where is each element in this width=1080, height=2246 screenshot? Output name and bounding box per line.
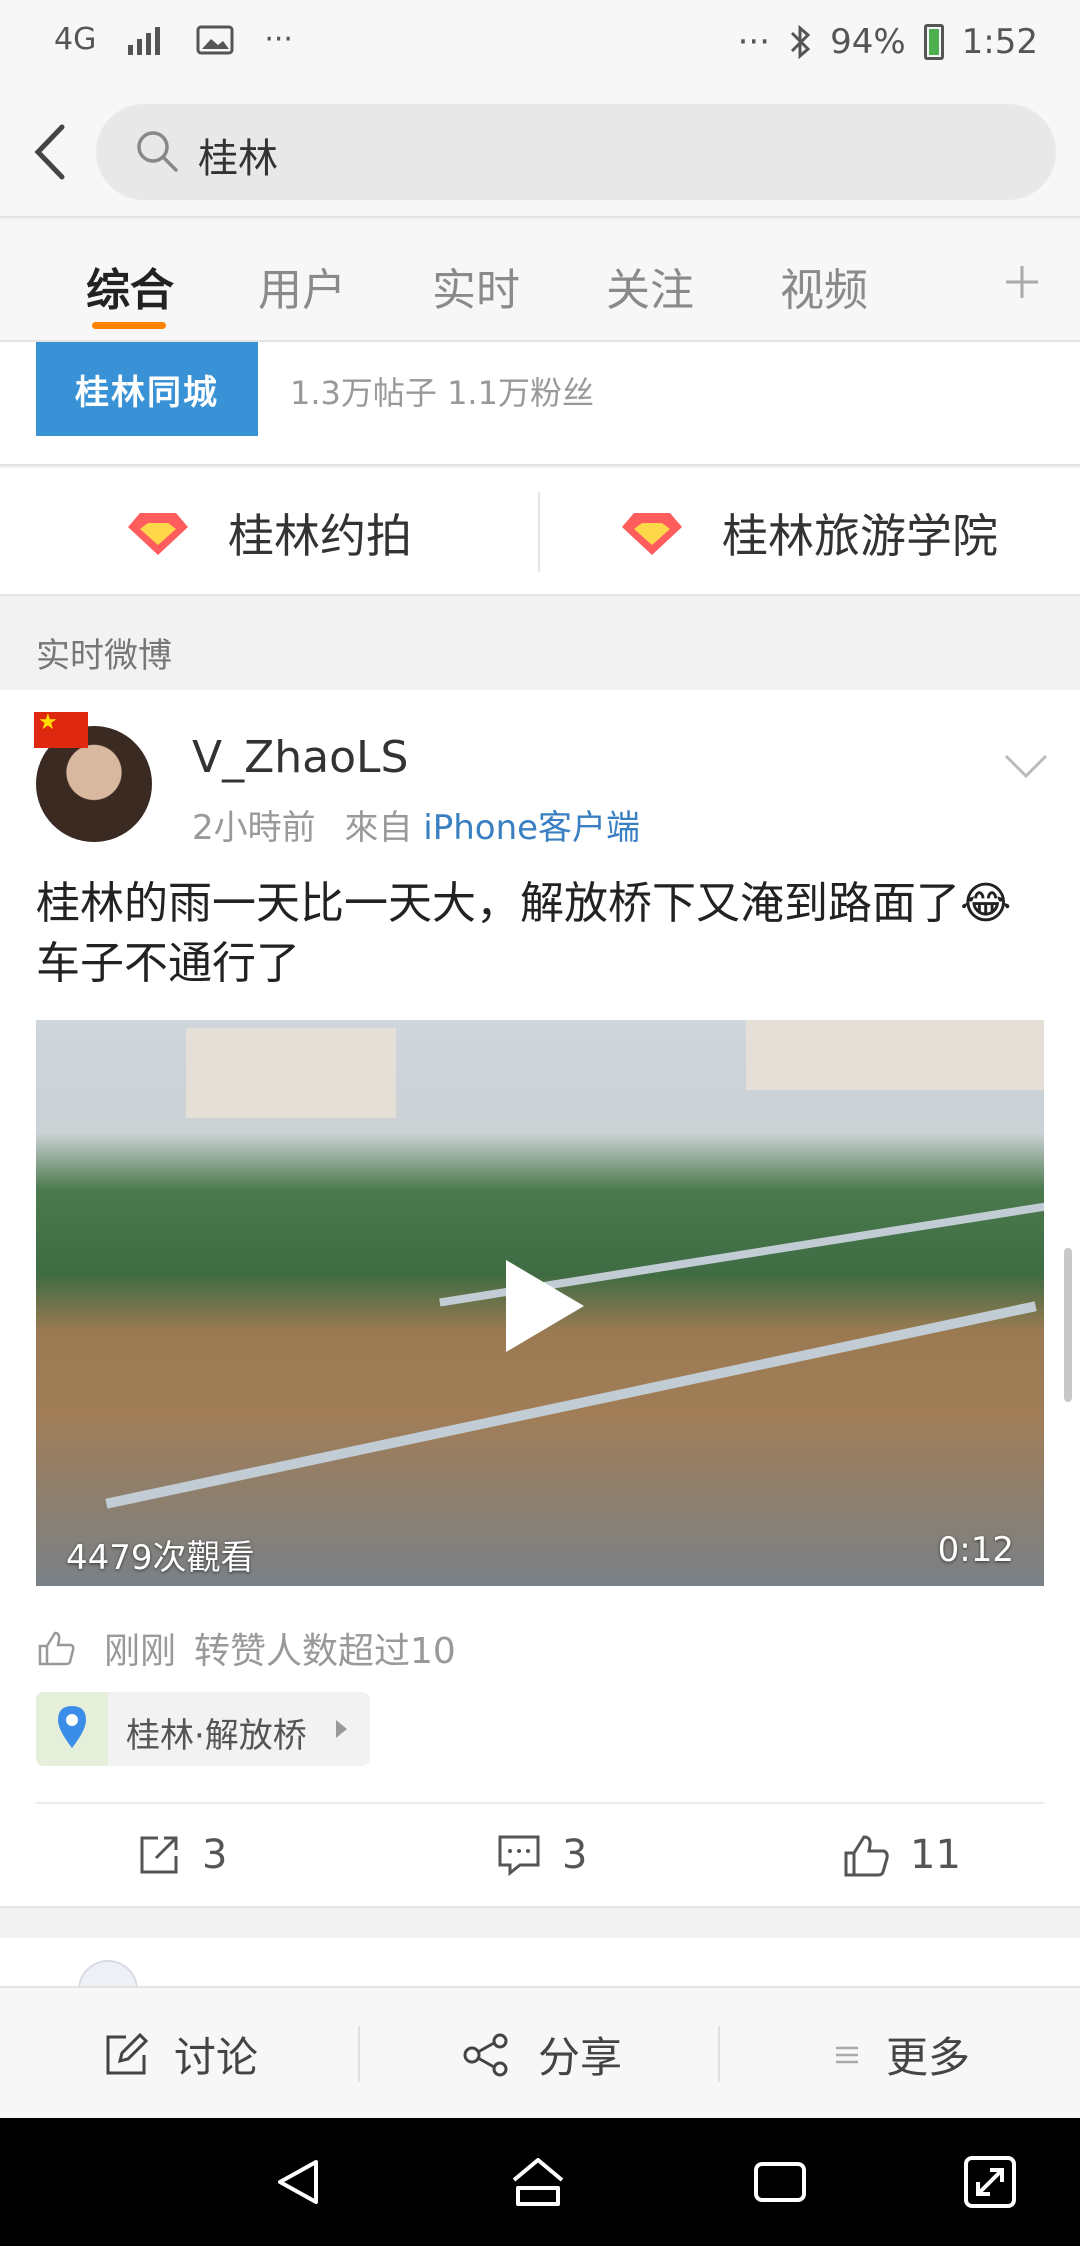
repost-icon [140, 1836, 178, 1874]
section-header: 实时微博 [0, 598, 1080, 690]
group-logo: 桂林同城 [36, 342, 258, 436]
topic-item-yuepai[interactable]: 桂林约拍 [126, 500, 412, 566]
repost-count: 3 [202, 1832, 228, 1878]
divider [538, 492, 540, 572]
post-time: 2小時前 [192, 808, 316, 848]
battery-percent: 94% [830, 22, 906, 62]
section-title: 实时微博 [36, 636, 172, 676]
flag-badge-icon: ★ [34, 710, 88, 748]
discuss-button[interactable]: 讨论 [104, 2024, 258, 2085]
more-button[interactable]: 更多 [834, 2024, 970, 2085]
location-chip[interactable]: 桂林·解放桥 [36, 1692, 370, 1766]
nav-home-icon[interactable] [510, 2154, 566, 2210]
post-meta: 2小時前 來自 iPhone客户端 [192, 800, 640, 849]
divider [36, 1802, 1044, 1804]
post-text-line: 桂林的雨一天比一天大，解放桥下又淹到路面了😂 [36, 878, 1012, 929]
search-query[interactable]: 桂林 [198, 126, 278, 184]
status-more-icon: ··· [737, 22, 771, 62]
search-icon [137, 131, 178, 172]
video-scene [746, 1020, 1044, 1090]
search-header: 桂林 [0, 92, 1080, 218]
share-icon [463, 2033, 508, 2076]
tab-realtime[interactable]: 实时 [432, 254, 520, 318]
repost-button[interactable]: 3 [136, 1832, 227, 1878]
active-tab-indicator [92, 322, 166, 329]
menu-icon [836, 2046, 858, 2063]
next-post-peek[interactable] [0, 1938, 1080, 2000]
nav-back-icon[interactable] [270, 2154, 326, 2210]
share-label: 分享 [538, 2033, 623, 2082]
comment-button[interactable]: 3 [496, 1832, 587, 1878]
like-notice-time: 刚刚 [104, 1631, 177, 1672]
bottom-action-bar: 讨论 分享 更多 [0, 1986, 1080, 2118]
divider [358, 2026, 360, 2082]
like-icon [844, 1835, 889, 1877]
like-button[interactable]: 11 [842, 1832, 961, 1878]
like-count: 11 [910, 1832, 961, 1878]
divider [718, 2026, 720, 2082]
topic-row: 桂林约拍 桂林旅游学院 [0, 468, 1080, 596]
clock: 1:52 [961, 22, 1038, 62]
post-username[interactable]: V_ZhaoLS [192, 732, 408, 783]
video-scene [186, 1028, 396, 1118]
diamond-icon [622, 513, 682, 555]
post-card[interactable]: ★ V_ZhaoLS 2小時前 來自 iPhone客户端 桂林的雨一天比一天大，… [0, 690, 1080, 1908]
map-pin-icon [36, 1692, 108, 1766]
nav-recents-icon[interactable] [752, 2154, 808, 2210]
chevron-down-icon[interactable] [1002, 746, 1050, 786]
comment-count: 3 [562, 1832, 588, 1878]
tab-video[interactable]: 视频 [780, 254, 868, 318]
discuss-label: 讨论 [174, 2033, 259, 2082]
like-notice-text: 转赞人数超过10 [194, 1631, 456, 1672]
group-meta: 1.3万帖子 1.1万粉丝 [290, 374, 594, 412]
tab-comprehensive[interactable]: 综合 [86, 254, 174, 318]
post-text-line: 车子不通行了 [36, 938, 300, 989]
post-text: 桂林的雨一天比一天大，解放桥下又淹到路面了😂 车子不通行了 [36, 874, 1046, 994]
gallery-icon [196, 25, 234, 54]
thumbs-up-icon [38, 1631, 75, 1666]
nav-fullscreen-icon[interactable] [962, 2154, 1018, 2210]
share-button[interactable]: 分享 [462, 2024, 622, 2085]
video-views: 4479次觀看 [66, 1538, 255, 1578]
add-tab-icon[interactable] [1002, 262, 1042, 302]
tab-following[interactable]: 关注 [606, 254, 694, 318]
bluetooth-icon [791, 24, 811, 60]
notification-more-icon: ··· [264, 22, 293, 57]
signal-icon [128, 26, 161, 55]
system-nav-bar [0, 2118, 1080, 2246]
comment-icon [498, 1835, 540, 1877]
tab-users[interactable]: 用户 [258, 254, 346, 318]
topic-label: 桂林约拍 [228, 509, 412, 563]
topic-item-tourism-college[interactable]: 桂林旅游学院 [620, 500, 998, 566]
video-duration: 0:12 [937, 1530, 1014, 1570]
network-icon: 4G [54, 22, 97, 57]
tab-bar: 综合 用户 实时 关注 视频 [0, 220, 1080, 342]
scrollbar[interactable] [1064, 1248, 1072, 1402]
search-input[interactable]: 桂林 [96, 104, 1056, 200]
diamond-icon [128, 513, 188, 555]
more-label: 更多 [886, 2033, 971, 2082]
topic-label: 桂林旅游学院 [722, 509, 998, 563]
status-bar: 4G ··· ··· 94% 1:52 [0, 0, 1080, 92]
like-notice: 刚刚 转赞人数超过10 [36, 1622, 456, 1674]
battery-icon [923, 24, 944, 60]
play-icon[interactable] [506, 1260, 584, 1352]
post-source[interactable]: iPhone客户端 [423, 808, 640, 848]
chevron-right-icon [336, 1720, 347, 1738]
group-card[interactable]: 桂林同城 1.3万帖子 1.1万粉丝 [0, 342, 1080, 466]
edit-icon [106, 2032, 148, 2074]
back-arrow-icon[interactable] [22, 117, 82, 187]
video-player[interactable]: 4479次觀看 0:12 [36, 1020, 1044, 1586]
location-label: 桂林·解放桥 [126, 1716, 307, 1756]
post-via: 來自 [344, 808, 413, 848]
